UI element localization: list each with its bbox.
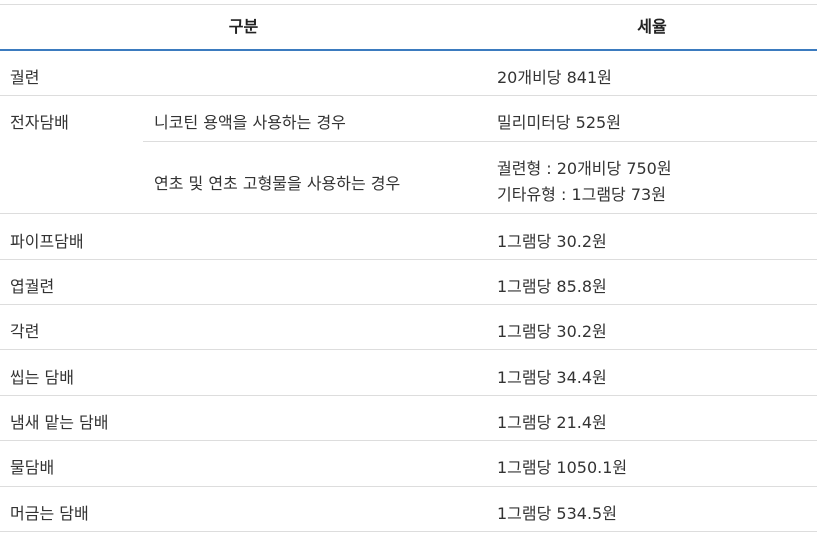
row-divider — [0, 349, 817, 350]
row-divider — [0, 259, 817, 260]
row-divider — [0, 213, 817, 214]
row-rate: 20개비당 841원 — [497, 68, 612, 87]
row-divider — [143, 141, 817, 142]
row-rate: 1그램당 34.4원 — [497, 368, 607, 387]
row-category: 씹는 담배 — [10, 368, 74, 387]
row-divider — [0, 304, 817, 305]
row-category: 각련 — [10, 322, 40, 341]
header-tax-rate: 세율 — [637, 17, 667, 36]
row-category: 냄새 맡는 담배 — [10, 413, 109, 432]
row-subcategory: 연초 및 연초 고형물을 사용하는 경우 — [154, 174, 401, 193]
row-divider — [0, 440, 817, 441]
row-category: 궐련 — [10, 68, 40, 87]
row-category: 엽궐련 — [10, 277, 55, 296]
row-rate: 밀리미터당 525원 — [497, 113, 621, 132]
row-rate: 궐련형 : 20개비당 750원 — [497, 159, 672, 178]
row-rate: 1그램당 30.2원 — [497, 232, 607, 251]
header-category: 구분 — [228, 17, 259, 36]
row-rate: 1그램당 534.5원 — [497, 504, 617, 523]
row-rate: 1그램당 1050.1원 — [497, 458, 628, 477]
row-category: 머금는 담배 — [10, 504, 89, 523]
row-divider — [0, 486, 817, 487]
row-divider — [0, 95, 817, 96]
row-rate: 1그램당 85.8원 — [497, 277, 607, 296]
row-divider — [0, 395, 817, 396]
header-border — [0, 49, 817, 51]
row-divider — [0, 531, 817, 532]
row-rate: 1그램당 21.4원 — [497, 413, 607, 432]
row-rate: 1그램당 30.2원 — [497, 322, 607, 341]
row-rate: 기타유형 : 1그램당 73원 — [497, 185, 666, 204]
row-category: 전자담배 — [10, 113, 69, 132]
row-subcategory: 니코틴 용액을 사용하는 경우 — [154, 113, 346, 132]
row-category: 물담배 — [10, 458, 55, 477]
row-category: 파이프담배 — [10, 232, 84, 251]
